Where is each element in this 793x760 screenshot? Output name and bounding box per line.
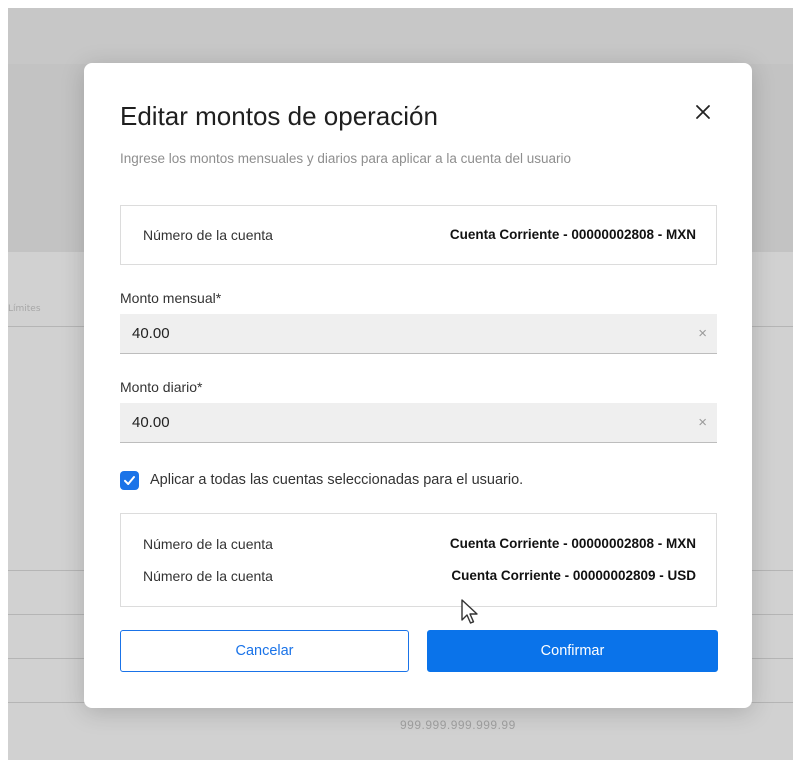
daily-amount-field: ×	[120, 403, 717, 443]
daily-amount-input[interactable]	[120, 403, 717, 442]
confirm-button[interactable]: Confirmar	[427, 630, 718, 672]
account-label: Número de la cuenta	[143, 227, 273, 243]
modal-subtitle: Ingrese los montos mensuales y diarios p…	[120, 151, 571, 166]
account-row: Número de la cuenta Cuenta Corriente - 0…	[143, 227, 696, 245]
apply-all-label: Aplicar a todas las cuentas seleccionada…	[150, 472, 524, 488]
selected-account-label: Número de la cuenta	[143, 568, 273, 584]
selected-account-row: Número de la cuenta Cuenta Corriente - 0…	[143, 568, 696, 586]
selected-accounts-box: Número de la cuenta Cuenta Corriente - 0…	[120, 513, 717, 607]
selected-account-value: Cuenta Corriente - 00000002808 - MXN	[449, 536, 696, 551]
monthly-amount-field: ×	[120, 314, 717, 354]
selected-account-label: Número de la cuenta	[143, 536, 273, 552]
apply-all-checkbox[interactable]	[120, 471, 139, 490]
account-value: Cuenta Corriente - 00000002808 - MXN	[449, 227, 696, 242]
checkmark-icon	[124, 476, 135, 485]
modal-title: Editar montos de operación	[120, 101, 438, 131]
close-button[interactable]	[688, 97, 718, 127]
clear-daily-icon[interactable]: ×	[698, 414, 707, 431]
clear-monthly-icon[interactable]: ×	[698, 325, 707, 342]
monthly-amount-label: Monto mensual*	[120, 290, 222, 306]
daily-amount-label: Monto diario*	[120, 379, 203, 395]
account-info-box: Número de la cuenta Cuenta Corriente - 0…	[120, 205, 717, 265]
close-icon	[696, 105, 710, 119]
mouse-cursor-icon	[461, 599, 478, 624]
selected-account-row: Número de la cuenta Cuenta Corriente - 0…	[143, 536, 696, 554]
monthly-amount-input[interactable]	[120, 314, 717, 353]
edit-amounts-modal: Editar montos de operación Ingrese los m…	[84, 63, 752, 708]
selected-account-value: Cuenta Corriente - 00000002809 - USD	[451, 568, 696, 583]
cancel-button[interactable]: Cancelar	[120, 630, 409, 672]
